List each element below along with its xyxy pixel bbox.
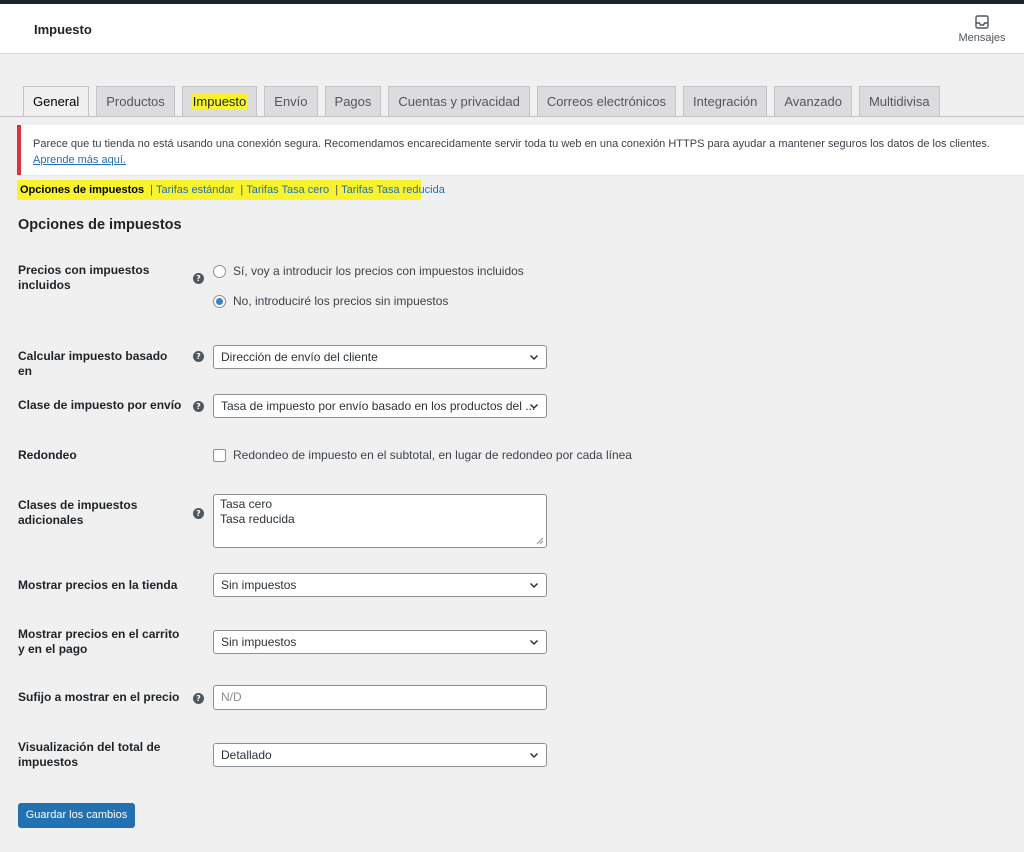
subnav-link-zero[interactable]: Tarifas Tasa cero (246, 184, 329, 196)
tab-avanzado[interactable]: Avanzado (774, 86, 852, 116)
additional-classes-textarea[interactable]: Tasa cero Tasa reducida (213, 494, 547, 548)
resize-handle-icon[interactable] (536, 537, 544, 545)
help-icon[interactable]: ? (193, 351, 204, 362)
prices-incl-yes-option[interactable]: Sí, voy a introducir los precios con imp… (213, 264, 524, 278)
textarea-line: Tasa reducida (220, 512, 295, 526)
subnav-link-standard[interactable]: Tarifas estándar (156, 184, 234, 196)
help-icon[interactable]: ? (193, 401, 204, 412)
inbox-icon (975, 15, 989, 29)
tax-subnav: Opciones de impuestos | Tarifas estándar … (17, 180, 445, 200)
subnav-separator: | (150, 184, 154, 196)
additional-classes-label: Clases de impuestos adicionales (18, 498, 138, 527)
display-shop-select[interactable]: Sin impuestos (213, 573, 547, 597)
calc-based-on-select[interactable]: Dirección de envío del cliente (213, 345, 547, 369)
rounding-checkbox-label: Redondeo de impuesto en el subtotal, en … (233, 448, 632, 462)
tab-correos[interactable]: Correos electrónicos (536, 86, 677, 116)
radio-yes[interactable] (213, 264, 226, 278)
chevron-down-icon (529, 403, 539, 410)
radio-no[interactable] (213, 294, 226, 308)
shipping-tax-class-label: Clase de impuesto por envío (18, 398, 182, 412)
chevron-down-icon (529, 582, 539, 589)
help-icon[interactable]: ? (193, 273, 204, 284)
shipping-tax-class-select[interactable]: Tasa de impuesto por envío basado en los… (213, 394, 547, 418)
tab-multidivisa[interactable]: Multidivisa (858, 86, 940, 116)
tab-integracion[interactable]: Integración (683, 86, 768, 116)
tax-total-display-select[interactable]: Detallado (213, 743, 547, 767)
rounding-checkbox[interactable] (213, 448, 226, 462)
chevron-down-icon (529, 752, 539, 759)
tab-pagos[interactable]: Pagos (324, 86, 382, 116)
chevron-down-icon (529, 354, 539, 361)
display-shop-value: Sin impuestos (221, 578, 297, 592)
settings-tabs: General Productos Impuesto Envío Pagos C… (23, 86, 947, 117)
tab-productos[interactable]: Productos (96, 86, 175, 116)
rounding-label: Redondeo (18, 448, 77, 462)
display-shop-label: Mostrar precios en la tienda (18, 578, 178, 592)
subnav-separator: | (240, 184, 244, 196)
calc-based-on-value: Dirección de envío del cliente (221, 350, 378, 364)
subnav-current: Opciones de impuestos (20, 184, 145, 196)
shipping-tax-class-value: Tasa de impuesto por envío basado en los… (221, 399, 536, 413)
notice-text: Parece que tu tienda no está usando una … (33, 138, 990, 150)
tax-total-display-value: Detallado (221, 748, 272, 762)
tax-total-display-label: Visualización del total de impuestos (18, 740, 161, 769)
tab-general[interactable]: General (23, 86, 90, 117)
section-title: Opciones de impuestos (18, 217, 182, 233)
subnav-link-reduced[interactable]: Tarifas Tasa reducida (341, 184, 445, 196)
rounding-checkbox-row[interactable]: Redondeo de impuesto en el subtotal, en … (213, 448, 632, 462)
save-changes-button[interactable]: Guardar los cambios (18, 803, 135, 828)
radio-no-label: No, introduciré los precios sin impuesto… (233, 294, 449, 308)
chevron-down-icon (529, 639, 539, 646)
display-cart-label: Mostrar precios en el carrito y en el pa… (18, 627, 180, 656)
display-cart-value: Sin impuestos (221, 635, 297, 649)
price-suffix-placeholder: N/D (221, 690, 242, 704)
tab-envio[interactable]: Envío (264, 86, 318, 116)
notice-learn-more-link[interactable]: Aprende más aquí. (33, 154, 126, 166)
display-cart-select[interactable]: Sin impuestos (213, 630, 547, 654)
textarea-line: Tasa cero (220, 497, 273, 511)
prices-incl-no-option[interactable]: No, introduciré los precios sin impuesto… (213, 294, 448, 308)
page-header: Impuesto Mensajes (0, 4, 1024, 54)
price-suffix-label: Sufijo a mostrar en el precio (18, 690, 180, 704)
subnav-separator: | (335, 184, 339, 196)
tabs-divider (0, 116, 1024, 117)
https-notice: Parece que tu tienda no está usando una … (17, 125, 1024, 175)
help-icon[interactable]: ? (193, 693, 204, 704)
radio-yes-label: Sí, voy a introducir los precios con imp… (233, 264, 524, 278)
help-icon[interactable]: ? (193, 508, 204, 519)
price-suffix-input[interactable]: N/D (213, 685, 547, 710)
page-title: Impuesto (34, 22, 92, 37)
messages-button[interactable]: Mensajes (952, 14, 1012, 44)
prices-incl-label: Precios con impuestos incluidos (18, 263, 150, 292)
tab-cuentas-privacidad[interactable]: Cuentas y privacidad (388, 86, 530, 116)
tab-impuesto[interactable]: Impuesto (181, 86, 258, 116)
messages-label: Mensajes (958, 32, 1006, 44)
calc-based-on-label: Calcular impuesto basado en (18, 349, 168, 378)
